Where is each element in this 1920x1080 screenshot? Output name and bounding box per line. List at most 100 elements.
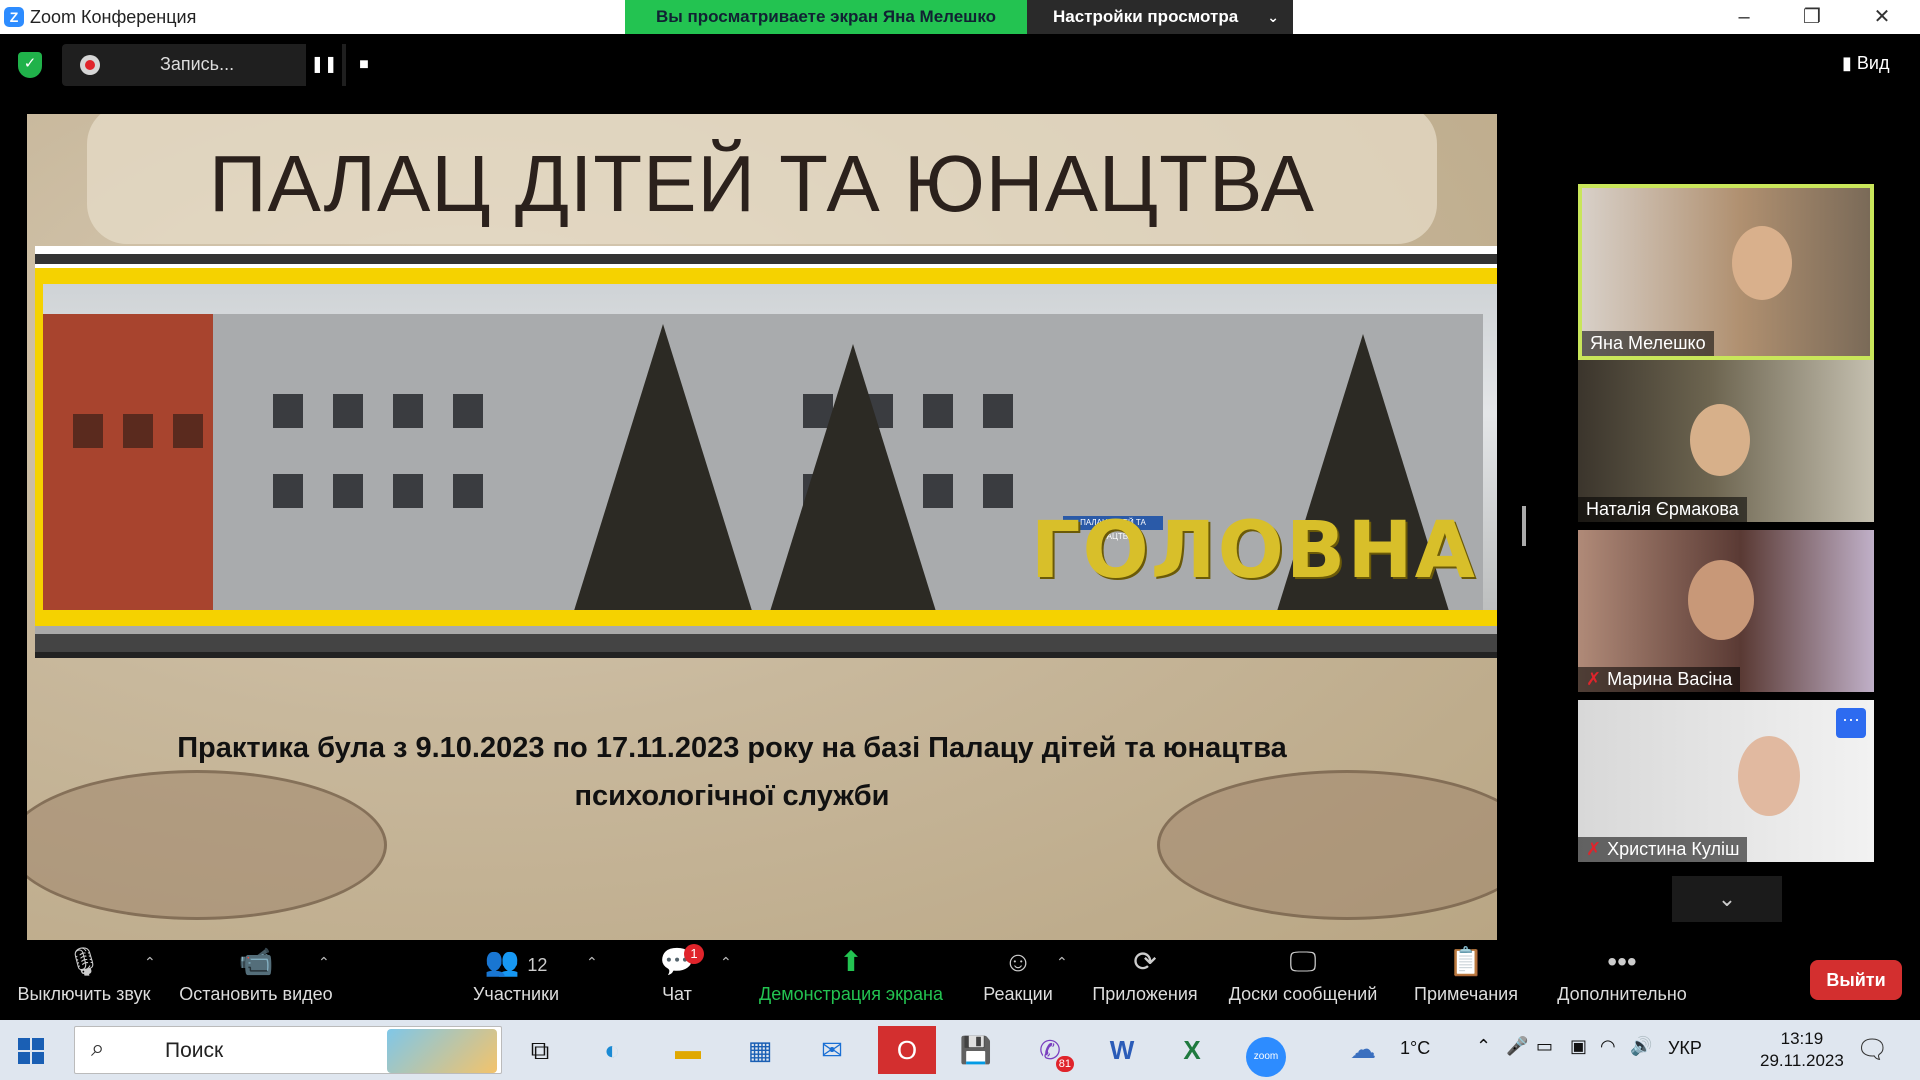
- tree-shape: [573, 324, 753, 610]
- apps-label: Приложения: [1092, 984, 1198, 1004]
- reactions-caret-icon[interactable]: ⌃: [1056, 954, 1068, 971]
- stop-video-label: Остановить видео: [179, 984, 333, 1004]
- leave-meeting-button[interactable]: Выйти: [1810, 960, 1902, 1000]
- window-title-bar: Z Zoom Конференция Вы просматриваете экр…: [0, 0, 1920, 34]
- gallery-scroll-down-button[interactable]: ⌄: [1672, 876, 1782, 922]
- clock-time: 13:19: [1780, 1029, 1824, 1048]
- save-app-icon[interactable]: 💾: [952, 1026, 1000, 1074]
- pause-recording-button[interactable]: ❚❚: [306, 44, 342, 86]
- chat-caret-icon[interactable]: ⌃: [720, 954, 732, 971]
- decorative-stripe: [35, 246, 1497, 278]
- window-shape: [123, 414, 153, 448]
- record-icon: [80, 55, 100, 75]
- windows-taskbar: ⌕ Поиск ⧉ ◐ ▬ ▦ ✉ O 💾 ✆ 81 W X zoom ☁ 1°C…: [0, 1020, 1920, 1080]
- slide-caption: Практика була з 9.10.2023 по 17.11.2023 …: [87, 724, 1377, 820]
- window-shape: [393, 474, 423, 508]
- excel-icon[interactable]: X: [1168, 1026, 1216, 1074]
- security-shield-icon[interactable]: ✓: [18, 52, 42, 78]
- more-button[interactable]: ••• Дополнительно: [1550, 940, 1694, 1020]
- opera-browser-icon[interactable]: O: [878, 1026, 936, 1074]
- slide-title: ПАЛАЦ ДІТЕЙ ТА ЮНАЦТВА: [208, 139, 1316, 228]
- restore-button[interactable]: ❐: [1784, 0, 1840, 34]
- shared-screen-slide: ПАЛАЦ ДІТЕЙ ТА ЮНАЦТВА ПАЛАЦ ДІТЕЙ ТА ЮН…: [27, 114, 1497, 940]
- participant-name: Наталія Єрмакова: [1578, 497, 1747, 522]
- window-shape: [333, 394, 363, 428]
- chat-button[interactable]: 💬 Чат 1 ⌃: [652, 940, 732, 1020]
- view-settings-label: Настройки просмотра: [1053, 7, 1239, 26]
- viber-icon[interactable]: ✆ 81: [1026, 1026, 1074, 1074]
- mail-icon[interactable]: ✉: [808, 1026, 856, 1074]
- view-button[interactable]: ▮ Вид: [1842, 53, 1889, 74]
- language-indicator[interactable]: УКР: [1668, 1038, 1702, 1059]
- participant-tile[interactable]: Яна Мелешко: [1578, 184, 1874, 360]
- building-photo: ПАЛАЦ ДІТЕЙ ТА ЮНАЦТВА ГОЛОВНА: [43, 284, 1497, 610]
- meeting-toolbar: 🎙 Выключить звук ⌃ 📹 Остановить видео ⌃ …: [0, 940, 1920, 1020]
- task-view-icon[interactable]: ⧉: [516, 1026, 564, 1074]
- viber-badge: 81: [1055, 1056, 1074, 1072]
- minimize-button[interactable]: –: [1716, 0, 1772, 34]
- battery-icon[interactable]: ▭: [1536, 1036, 1553, 1057]
- window-title: Zoom Конференция: [30, 7, 197, 27]
- participant-name-text: Христина Куліш: [1607, 839, 1740, 859]
- video-options-caret-icon[interactable]: ⌃: [318, 954, 330, 971]
- recording-indicator: Запись... ❚❚ ■: [62, 44, 382, 86]
- participant-tile[interactable]: ✗ Марина Васіна: [1578, 530, 1874, 692]
- window-shape: [173, 414, 203, 448]
- participant-video: [1688, 560, 1754, 640]
- participants-button[interactable]: 👥 12 Участники ⌃: [466, 940, 598, 1020]
- taskbar-search-box[interactable]: ⌕ Поиск: [74, 1026, 502, 1074]
- participant-video: [1738, 736, 1800, 816]
- show-hidden-icons-icon[interactable]: ⌃: [1476, 1036, 1491, 1057]
- taskbar-clock[interactable]: 13:19 29.11.2023: [1760, 1028, 1844, 1072]
- microphone-icon: 🎙: [66, 946, 102, 977]
- view-settings-button[interactable]: Настройки просмотра ⌄: [1027, 0, 1293, 34]
- caption-line: психологічної служби: [574, 780, 890, 812]
- clock-date: 29.11.2023: [1760, 1051, 1844, 1070]
- participants-caret-icon[interactable]: ⌃: [586, 954, 598, 971]
- share-screen-icon: ⬆: [839, 946, 863, 977]
- weather-icon[interactable]: ☁: [1350, 1034, 1376, 1065]
- volume-icon[interactable]: 🔊: [1630, 1036, 1652, 1057]
- whiteboard-icon: 🖵: [1289, 946, 1317, 977]
- stop-video-button[interactable]: 📹 Остановить видео ⌃: [178, 940, 334, 1020]
- participant-tile[interactable]: Наталія Єрмакова: [1578, 360, 1874, 522]
- more-options-button[interactable]: ···: [1836, 708, 1866, 738]
- wifi-icon[interactable]: ◠: [1600, 1036, 1616, 1057]
- mute-label: Выключить звук: [17, 984, 151, 1004]
- zoom-taskbar-icon[interactable]: zoom: [1242, 1026, 1290, 1077]
- decorative-stripe: [35, 618, 1497, 658]
- apps-button[interactable]: ⟳ Приложения: [1088, 940, 1202, 1020]
- zoom-logo-icon: Z: [4, 7, 24, 27]
- apps-icon: ⟳: [1133, 946, 1157, 977]
- window-shape: [273, 394, 303, 428]
- panel-resize-handle[interactable]: [1522, 506, 1526, 546]
- notes-button[interactable]: 📋 Примечания: [1410, 940, 1522, 1020]
- caption-line: Практика була з 9.10.2023 по 17.11.2023 …: [177, 732, 1287, 764]
- participant-name-text: Марина Васіна: [1607, 669, 1733, 689]
- device-icon[interactable]: ▣: [1570, 1036, 1587, 1057]
- participant-tile[interactable]: ··· ✗ Христина Куліш: [1578, 700, 1874, 862]
- participants-label: Участники: [473, 984, 559, 1004]
- notifications-icon[interactable]: 🗨: [1856, 1034, 1889, 1065]
- whiteboards-button[interactable]: 🖵 Доски сообщений: [1224, 940, 1382, 1020]
- word-icon[interactable]: W: [1098, 1026, 1146, 1074]
- share-screen-button[interactable]: ⬆ Демонстрация экрана: [756, 940, 946, 1020]
- stop-recording-button[interactable]: ■: [346, 44, 382, 86]
- reactions-button[interactable]: ☺ Реакции ⌃: [980, 940, 1068, 1020]
- search-highlight-image: [387, 1029, 497, 1073]
- chevron-down-icon: ⌄: [1267, 9, 1279, 25]
- close-button[interactable]: ✕: [1854, 0, 1910, 34]
- microphone-tray-icon[interactable]: 🎤: [1506, 1036, 1528, 1057]
- search-icon: ⌕: [91, 1035, 105, 1062]
- window-shape: [73, 414, 103, 448]
- microsoft-store-icon[interactable]: ▦: [736, 1026, 784, 1074]
- windows-start-icon[interactable]: [18, 1038, 44, 1064]
- window-shape: [273, 474, 303, 508]
- audio-options-caret-icon[interactable]: ⌃: [144, 954, 156, 971]
- participant-name: Яна Мелешко: [1582, 331, 1714, 356]
- mute-button[interactable]: 🎙 Выключить звук ⌃: [14, 940, 156, 1020]
- edge-browser-icon[interactable]: ◐: [588, 1026, 636, 1074]
- video-camera-icon: 📹: [238, 946, 274, 977]
- search-placeholder: Поиск: [165, 1039, 224, 1062]
- file-explorer-icon[interactable]: ▬: [664, 1026, 712, 1074]
